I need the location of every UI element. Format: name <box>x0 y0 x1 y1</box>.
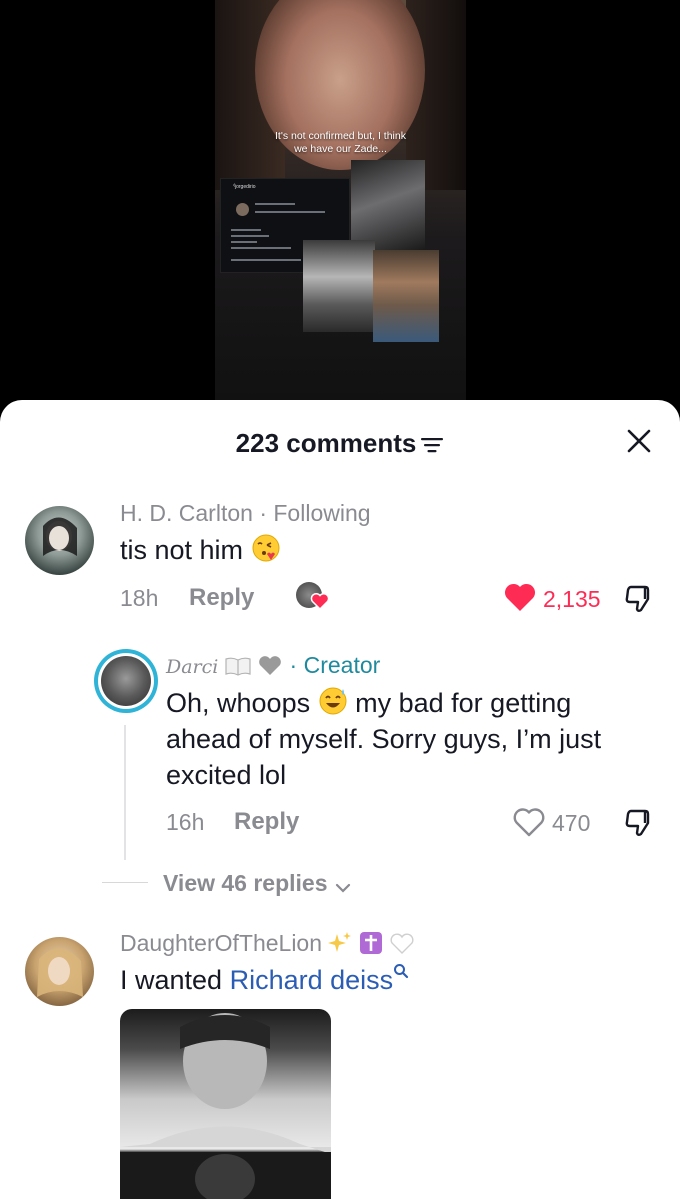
ig-text-line <box>231 247 291 249</box>
like-count: 470 <box>552 810 591 836</box>
ig-text-line <box>255 203 295 205</box>
heart-outline-icon[interactable] <box>512 807 546 838</box>
sweat-smile-emoji-icon <box>319 687 347 715</box>
search-link[interactable]: Richard deiss <box>230 965 394 995</box>
comment-text-line: excited lol <box>166 760 287 790</box>
ig-avatar <box>236 203 249 216</box>
chevron-down-icon <box>335 883 351 893</box>
reply-button[interactable]: Reply <box>189 584 254 612</box>
comment-text-content: my bad for getting <box>355 688 572 718</box>
latin-cross-emoji-icon <box>359 932 382 954</box>
comment-username[interactable]: Darci · Creator <box>166 652 380 679</box>
heart-icon <box>310 593 330 610</box>
comment-text-content: Oh, whoops <box>166 688 311 718</box>
ig-text-line <box>231 259 301 261</box>
view-replies-divider <box>102 882 148 883</box>
comment-text-line: Oh, whoops my bad for getting <box>166 685 666 721</box>
creator-liked-indicator <box>296 580 332 612</box>
view-replies-button[interactable]: View 46 replies <box>163 870 352 897</box>
comment-username[interactable]: H. D. Carlton · Following <box>120 500 371 527</box>
heart-filled-icon[interactable] <box>503 582 537 613</box>
video-caption-line: It's not confirmed but, I think <box>275 130 406 142</box>
reply-button[interactable]: Reply <box>234 808 299 836</box>
thread-line <box>124 725 126 860</box>
comment-text: I wanted Richard deiss <box>120 962 409 998</box>
username-text: DaughterOfTheLion <box>120 930 323 956</box>
view-replies-label: View 46 replies <box>163 870 328 896</box>
avatar-silhouette-icon <box>43 517 77 556</box>
comment-attached-photo[interactable] <box>120 1009 331 1199</box>
avatar-photo <box>101 656 151 706</box>
comment-timestamp: 16h <box>166 809 205 835</box>
video-photo <box>303 240 375 332</box>
comments-count-label: 223 comments <box>235 428 417 458</box>
creator-badge: · Creator <box>289 652 381 678</box>
ig-text-line <box>255 211 325 213</box>
creator-avatar[interactable] <box>94 649 158 713</box>
comment-text: Oh, whoops my bad for getting ahead of m… <box>166 685 666 793</box>
ig-text-line <box>231 235 269 237</box>
comments-sheet: 223 comments H. D. Carlton · Following t… <box>0 400 680 1199</box>
username-text: Darci <box>166 656 219 678</box>
avatar-silhouette-icon <box>37 948 83 997</box>
video-photo <box>373 250 439 342</box>
username-text: H. D. Carlton <box>120 500 253 526</box>
video-caption-line: we have our Zade... <box>294 143 387 155</box>
white-heart-emoji-icon <box>390 933 414 954</box>
like-count: 2,135 <box>543 586 601 612</box>
search-icon[interactable] <box>393 963 409 979</box>
comment-text-content: I wanted <box>120 965 223 995</box>
comments-header: 223 comments <box>0 400 680 482</box>
video-player[interactable]: It's not confirmed but, I think we have … <box>215 0 466 400</box>
dislike-icon[interactable] <box>622 807 654 839</box>
sort-lines-icon[interactable] <box>420 436 444 454</box>
open-book-emoji-icon <box>225 657 251 676</box>
ig-handle: jorgedirio <box>235 184 256 190</box>
kissing-face-emoji-icon <box>252 534 280 562</box>
ig-text-line <box>231 229 261 231</box>
dislike-icon[interactable] <box>622 583 654 615</box>
video-caption: It's not confirmed but, I think we have … <box>215 130 466 156</box>
following-badge: · Following <box>259 500 371 526</box>
comment-text-line: ahead of myself. Sorry guys, I’m just <box>166 724 602 754</box>
comments-count-title[interactable]: 223 comments <box>0 428 680 459</box>
comment-username[interactable]: DaughterOfTheLion <box>120 930 415 957</box>
ig-text-line <box>231 241 257 243</box>
close-icon[interactable] <box>626 428 652 454</box>
video-photo <box>351 160 425 250</box>
grey-heart-emoji-icon <box>259 656 281 675</box>
comment-text-content: tis not him <box>120 535 244 565</box>
avatar[interactable] <box>25 506 94 575</box>
comment-timestamp: 18h <box>120 585 159 611</box>
comment-text: tis not him <box>120 532 281 568</box>
photo-content <box>120 1013 331 1199</box>
sparkles-emoji-icon <box>328 932 352 952</box>
avatar[interactable] <box>25 937 94 1006</box>
